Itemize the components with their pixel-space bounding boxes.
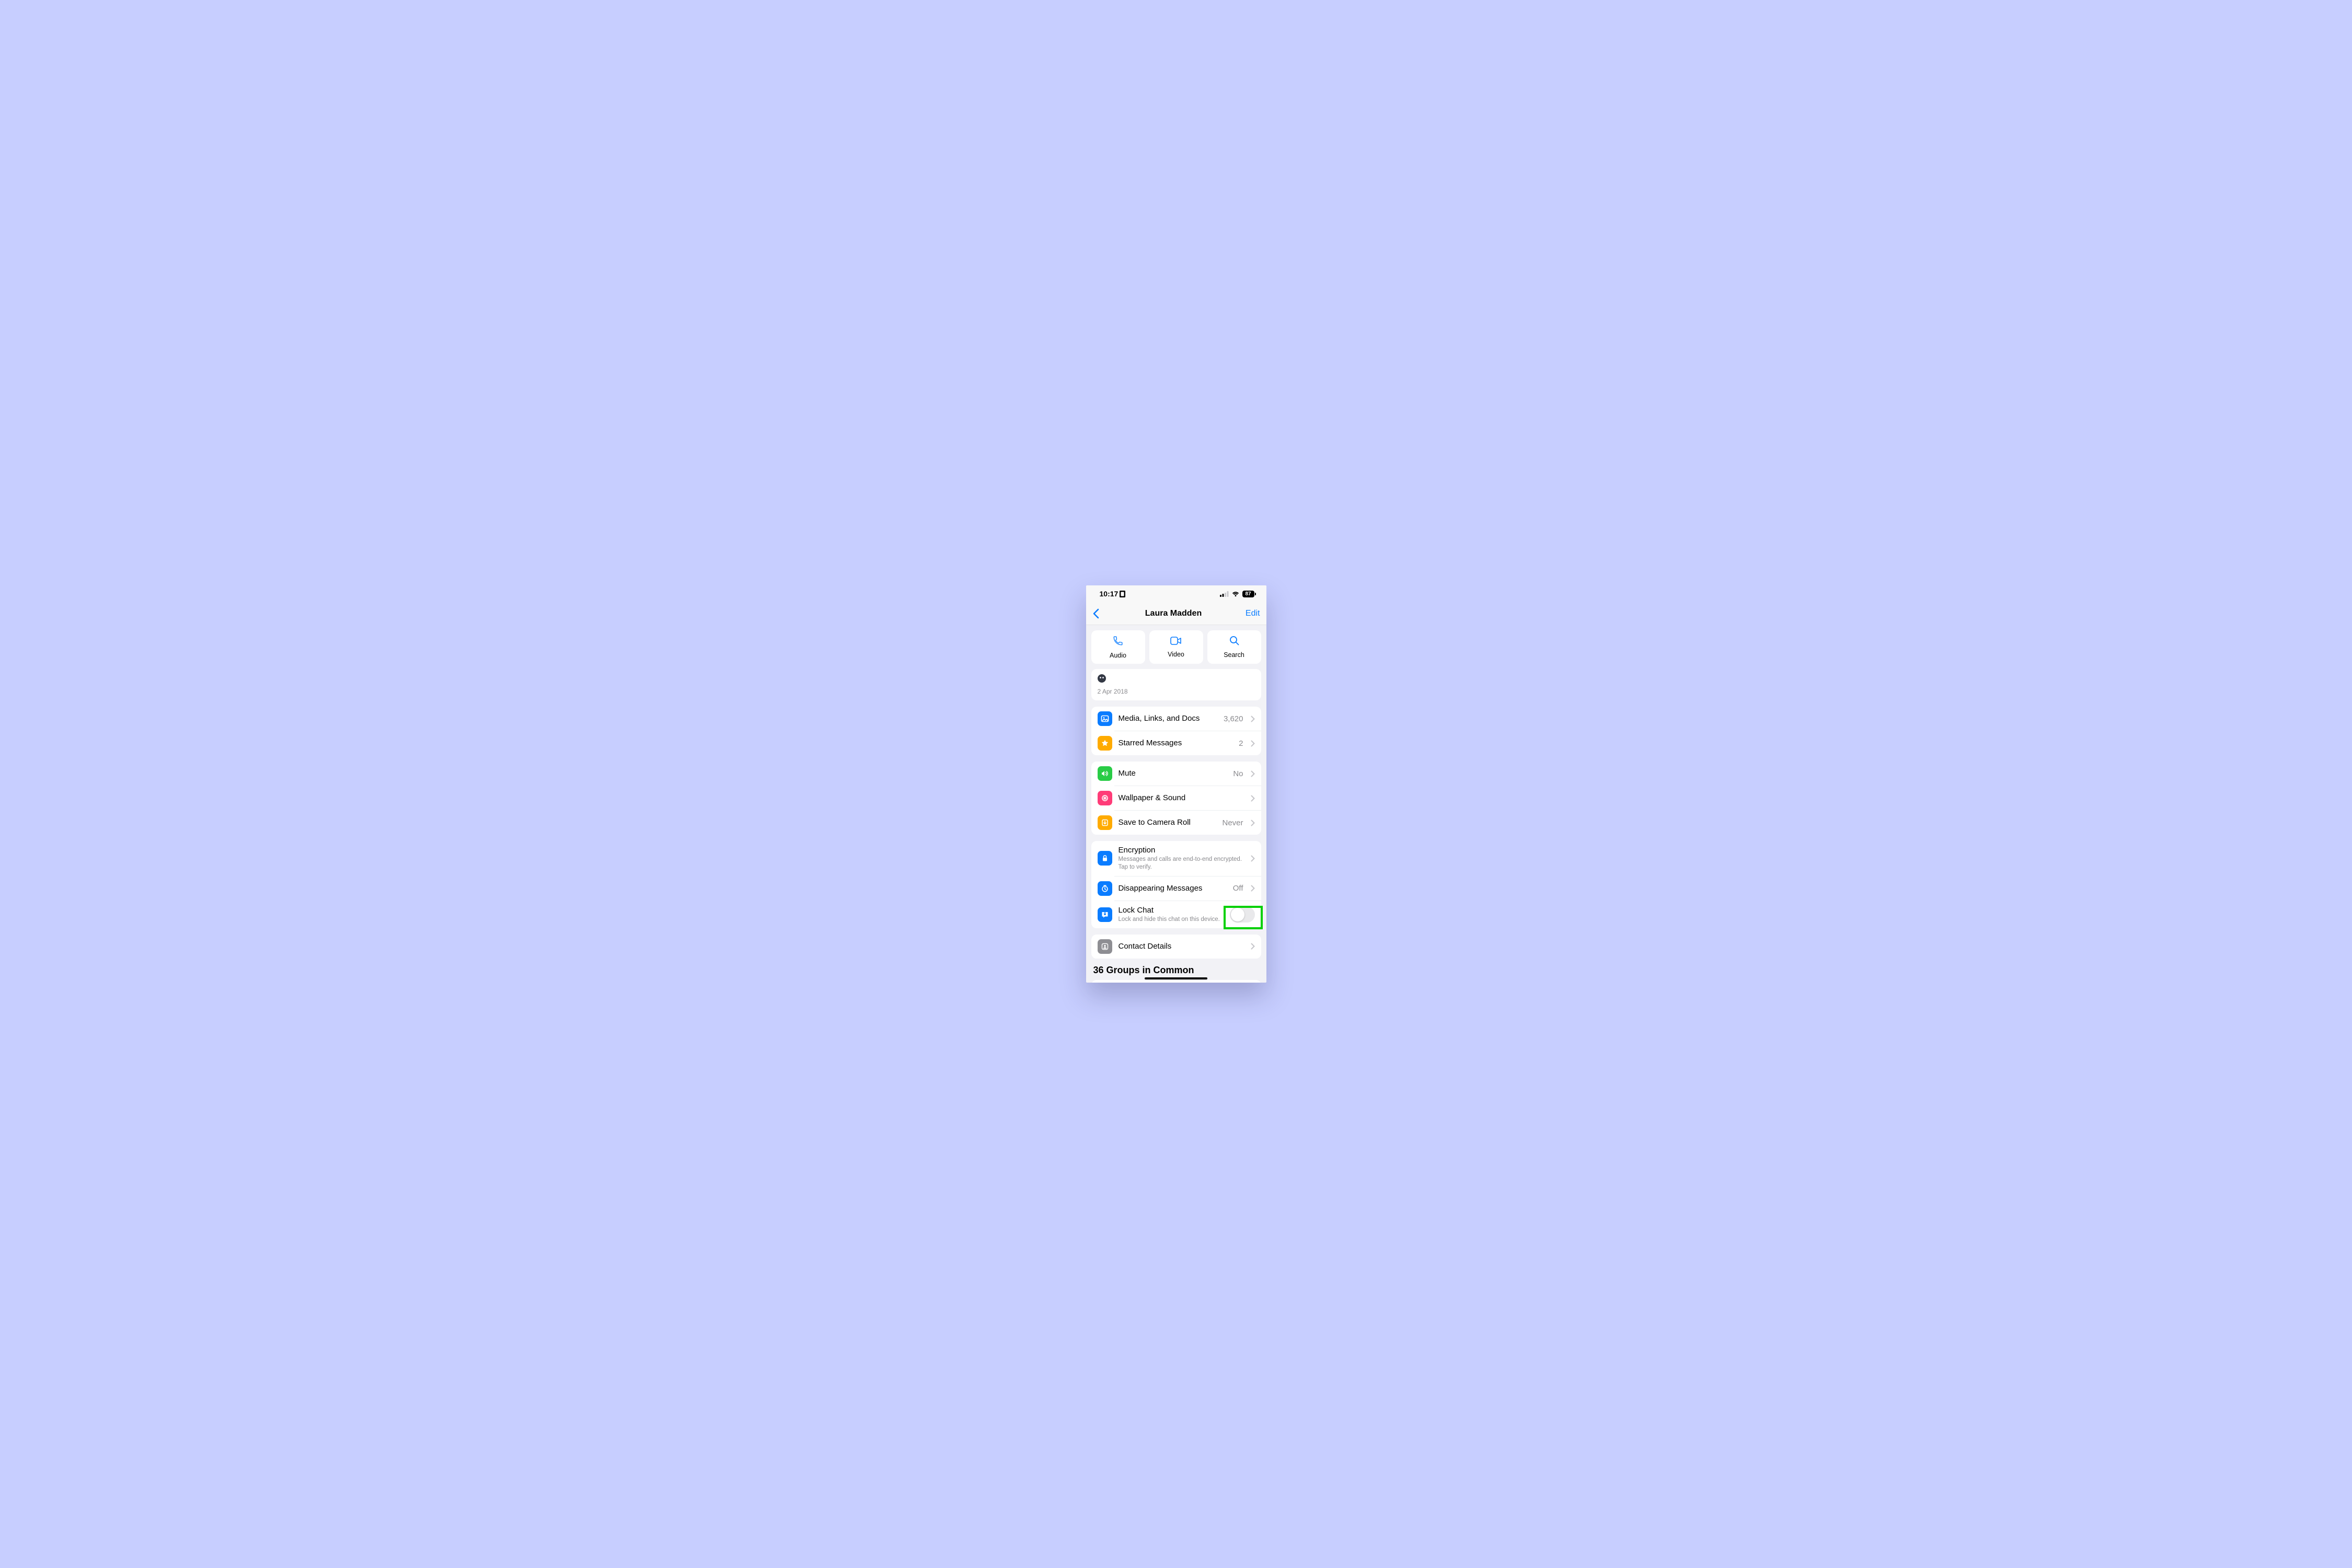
chevron-right-icon (1251, 885, 1255, 892)
photos-icon (1098, 711, 1112, 726)
list-group-contact: Contact Details (1091, 935, 1261, 959)
contact-details-row[interactable]: Contact Details (1091, 935, 1261, 959)
mute-label: Mute (1119, 769, 1227, 778)
starred-messages-label: Starred Messages (1119, 739, 1233, 748)
chevron-right-icon (1251, 820, 1255, 826)
shared-media-preview[interactable]: 2 Apr 2018 (1091, 669, 1261, 700)
disappearing-messages-value: Off (1233, 884, 1243, 893)
lock-chat-row: Lock Chat Lock and hide this chat on thi… (1091, 901, 1261, 928)
speaker-icon (1098, 766, 1112, 781)
page-title: Laura Madden (1145, 609, 1202, 618)
wallpaper-icon (1098, 791, 1112, 805)
orientation-lock-icon (1120, 591, 1125, 597)
wallpaper-sound-label: Wallpaper & Sound (1119, 793, 1244, 803)
disappearing-messages-label: Disappearing Messages (1119, 884, 1227, 893)
encryption-label: Encryption (1119, 846, 1244, 855)
media-links-docs-label: Media, Links, and Docs (1119, 714, 1217, 723)
save-icon (1098, 815, 1112, 830)
status-bar: 10:17 87 (1086, 585, 1266, 602)
phone-icon (1113, 636, 1123, 649)
starred-messages-row[interactable]: Starred Messages 2 (1091, 731, 1261, 755)
star-icon (1098, 736, 1112, 751)
contact-icon (1098, 939, 1112, 954)
lock-chat-label: Lock Chat (1119, 906, 1224, 915)
edit-button[interactable]: Edit (1239, 609, 1260, 618)
lock-chat-subtitle: Lock and hide this chat on this device. (1119, 916, 1224, 924)
content-scroll-area[interactable]: Audio Video Search 2 Apr 2018 (1086, 625, 1266, 983)
groups-in-common-header: 36 Groups in Common (1093, 965, 1259, 976)
save-to-camera-roll-value: Never (1222, 818, 1243, 827)
chevron-right-icon (1251, 770, 1255, 777)
chevron-right-icon (1251, 943, 1255, 950)
video-label: Video (1168, 651, 1184, 658)
lock-icon (1098, 851, 1112, 866)
disappearing-messages-row[interactable]: Disappearing Messages Off (1091, 877, 1261, 901)
lock-chat-toggle[interactable] (1230, 907, 1255, 923)
cellular-signal-icon (1220, 591, 1229, 597)
battery-icon: 87 (1242, 591, 1256, 597)
chevron-right-icon (1251, 795, 1255, 802)
media-thumbnail (1098, 674, 1106, 683)
chat-lock-icon (1098, 907, 1112, 922)
audio-call-button[interactable]: Audio (1091, 630, 1145, 664)
chevron-right-icon (1251, 716, 1255, 722)
chevron-right-icon (1251, 740, 1255, 747)
search-button[interactable]: Search (1207, 630, 1261, 664)
action-button-row: Audio Video Search (1091, 630, 1261, 664)
video-icon (1170, 637, 1182, 648)
home-indicator[interactable] (1145, 977, 1207, 980)
phone-screen: 10:17 87 Laura Madden Edit (1086, 585, 1266, 983)
battery-percent: 87 (1242, 591, 1254, 597)
list-group-media-starred: Media, Links, and Docs 3,620 Starred Mes… (1091, 707, 1261, 755)
encryption-row[interactable]: Encryption Messages and calls are end-to… (1091, 841, 1261, 876)
search-icon (1229, 636, 1239, 648)
mute-value: No (1233, 769, 1243, 778)
back-button[interactable] (1092, 608, 1108, 619)
list-group-privacy: Encryption Messages and calls are end-to… (1091, 841, 1261, 928)
media-links-docs-row[interactable]: Media, Links, and Docs 3,620 (1091, 707, 1261, 731)
wifi-icon (1231, 591, 1240, 597)
list-group-settings: Mute No Wallpaper & Sound Save to Camera… (1091, 762, 1261, 835)
starred-messages-count: 2 (1239, 739, 1243, 748)
list-group-create-group: + Create Group with Laura (1091, 980, 1261, 983)
mute-row[interactable]: Mute No (1091, 762, 1261, 786)
status-time: 10:17 (1100, 590, 1119, 598)
save-to-camera-roll-label: Save to Camera Roll (1119, 818, 1216, 827)
navigation-bar: Laura Madden Edit (1086, 602, 1266, 625)
contact-details-label: Contact Details (1119, 942, 1244, 951)
save-to-camera-roll-row[interactable]: Save to Camera Roll Never (1091, 811, 1261, 835)
media-date: 2 Apr 2018 (1098, 688, 1255, 695)
timer-icon (1098, 881, 1112, 896)
search-label: Search (1224, 651, 1244, 659)
create-group-row[interactable]: + Create Group with Laura (1091, 980, 1261, 983)
encryption-subtitle: Messages and calls are end-to-end encryp… (1119, 856, 1244, 871)
audio-label: Audio (1110, 652, 1126, 659)
wallpaper-sound-row[interactable]: Wallpaper & Sound (1091, 786, 1261, 810)
chevron-right-icon (1251, 855, 1255, 862)
video-call-button[interactable]: Video (1149, 630, 1203, 664)
media-links-docs-count: 3,620 (1224, 714, 1243, 723)
